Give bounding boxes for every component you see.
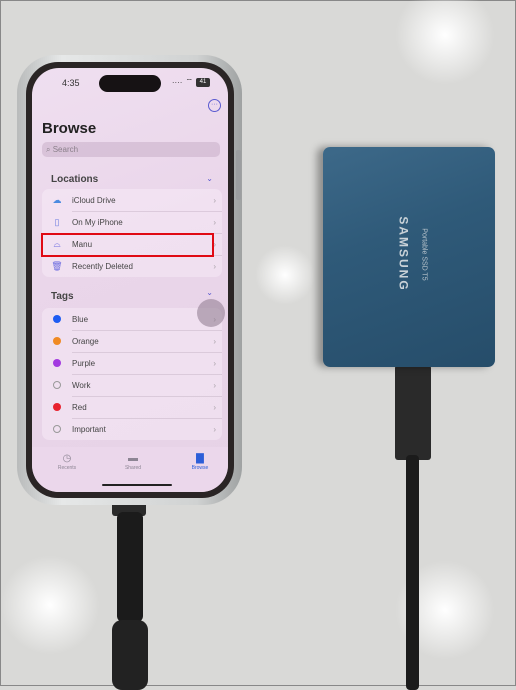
tag-item-purple[interactable]: Purple › (42, 352, 222, 374)
assistive-touch-button[interactable] (197, 299, 225, 327)
wifi-icon: ⌔ (185, 77, 193, 86)
search-placeholder: Search (52, 145, 79, 154)
tag-item-important[interactable]: Important › (42, 418, 222, 440)
tags-list: Blue › Orange › Purple › Work › Red › Im… (42, 308, 222, 440)
chevron-right-icon: › (213, 424, 216, 434)
locations-heading: Locations (51, 174, 99, 185)
ssd-cable (406, 455, 419, 690)
phone-cable (117, 512, 143, 622)
tag-item-work[interactable]: Work › (42, 374, 222, 396)
tags-heading: Tags (51, 291, 74, 302)
status-icons: ···· ⌔ 41 (172, 77, 210, 87)
chevron-down-icon[interactable]: ⌄ (206, 174, 213, 183)
phone-cable-sleeve (112, 620, 148, 690)
tag-color-dot (53, 315, 61, 323)
iphone-icon: ▯ (54, 216, 60, 227)
location-label: iCloud Drive (72, 195, 116, 205)
icloud-icon: ☁ (52, 194, 62, 205)
tag-color-dot (53, 337, 61, 345)
ssd-brand: SAMSUNG (397, 216, 411, 292)
tab-recents[interactable]: ◷ Recents (42, 453, 92, 471)
tag-empty-dot (53, 381, 61, 389)
ellipsis-circle-icon[interactable]: ··· (208, 99, 221, 112)
tab-label: Shared (124, 465, 142, 471)
phone-screen: 4:35 ···· ⌔ 41 ··· Browse ⌕ Search Locat… (32, 68, 228, 492)
folder-icon: ▇ (196, 453, 204, 464)
tag-label: Purple (72, 358, 96, 368)
ssd-usb-plug (395, 365, 431, 460)
home-indicator[interactable] (102, 484, 172, 486)
location-label: Recently Deleted (72, 261, 133, 271)
red-highlight-box (41, 233, 214, 257)
tag-item-red[interactable]: Red › (42, 396, 222, 418)
clock-icon: ◷ (62, 453, 72, 464)
location-label: On My iPhone (72, 217, 123, 227)
power-button (236, 150, 241, 200)
dynamic-island (99, 75, 161, 92)
tag-empty-dot (53, 425, 61, 433)
battery-icon: 41 (196, 77, 210, 87)
location-item-recently-deleted[interactable]: 🗑 Recently Deleted › (42, 255, 222, 277)
tag-label: Orange (72, 336, 99, 346)
light-reflection (255, 245, 315, 305)
tag-color-dot (53, 403, 61, 411)
tab-bar: ◷ Recents ▬ Shared ▇ Browse (32, 447, 228, 492)
tag-label: Work (72, 380, 91, 390)
shared-folder-icon: ▬ (128, 453, 138, 464)
ssd-brand-logo: SAMSUNG (394, 208, 414, 300)
status-time: 4:35 (62, 78, 80, 88)
search-input[interactable]: ⌕ Search (42, 142, 220, 157)
tab-browse[interactable]: ▇ Browse (175, 453, 225, 471)
location-item-on-my-iphone[interactable]: ▯ On My iPhone › (42, 211, 222, 233)
tag-label: Red (72, 402, 87, 412)
ssd-model-label: Portable SSD T5 (414, 208, 434, 300)
page-title: Browse (42, 120, 97, 137)
chevron-right-icon: › (213, 261, 216, 271)
search-icon: ⌕ (46, 145, 51, 154)
tag-label: Important (72, 424, 106, 434)
tag-item-orange[interactable]: Orange › (42, 330, 222, 352)
chevron-right-icon: › (213, 380, 216, 390)
chevron-right-icon: › (213, 217, 216, 227)
tag-color-dot (53, 359, 61, 367)
chevron-right-icon: › (213, 195, 216, 205)
chevron-right-icon: › (213, 402, 216, 412)
tag-item-blue[interactable]: Blue › (42, 308, 222, 330)
tab-shared[interactable]: ▬ Shared (108, 453, 158, 471)
location-item-icloud-drive[interactable]: ☁ iCloud Drive › (42, 189, 222, 211)
chevron-down-icon[interactable]: ⌄ (206, 288, 213, 297)
tag-label: Blue (72, 314, 89, 324)
tab-label: Recents (57, 465, 77, 471)
tab-label: Browse (191, 465, 209, 471)
light-reflection (0, 555, 100, 655)
ssd-model: Portable SSD T5 (420, 227, 428, 281)
chevron-right-icon: › (213, 358, 216, 368)
signal-icon: ···· (171, 77, 183, 87)
chevron-right-icon: › (213, 336, 216, 346)
trash-icon: 🗑 (51, 260, 63, 271)
